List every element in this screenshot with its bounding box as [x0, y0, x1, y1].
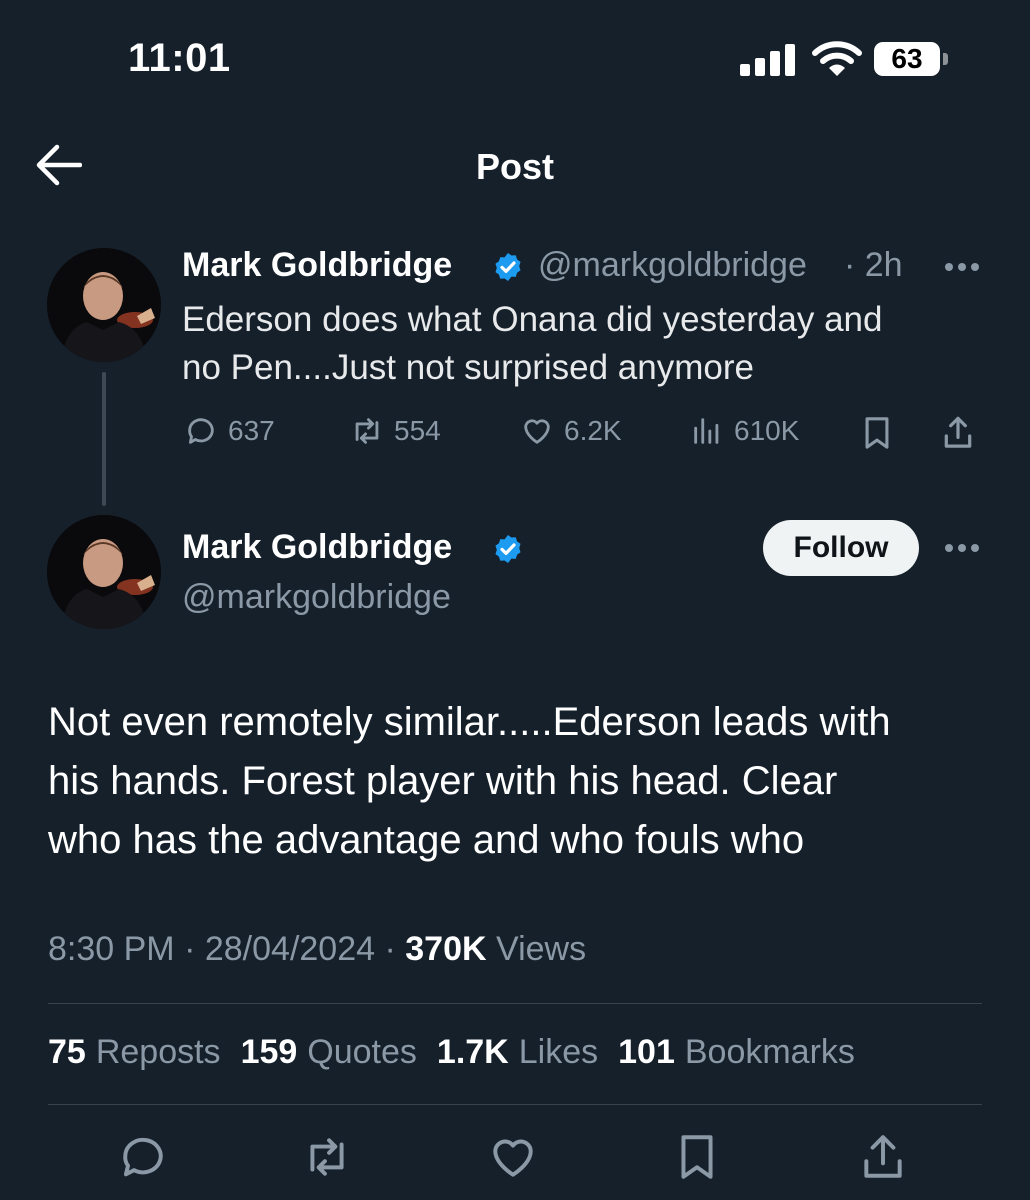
bookmarks-stat[interactable]: 101 Bookmarks	[618, 1033, 855, 1072]
battery-icon: 63	[874, 42, 952, 78]
post-date[interactable]: 28/04/2024	[205, 930, 375, 968]
quoted-post-line-1: Ederson does what Onana did yesterday an…	[182, 300, 883, 339]
like-icon[interactable]	[488, 1132, 538, 1182]
post-time-ago: · 2h	[844, 246, 903, 284]
reply-icon[interactable]	[118, 1132, 168, 1182]
repost-icon	[355, 418, 379, 444]
share-icon[interactable]	[940, 414, 976, 452]
status-time: 11:01	[128, 36, 231, 80]
reposts-stat[interactable]: 75 Reposts	[48, 1033, 221, 1072]
bookmark-icon[interactable]	[672, 1132, 722, 1182]
avatar[interactable]	[47, 515, 161, 629]
engagement-stats: 75 Reposts 159 Quotes 1.7K Likes 101 Bookmar…	[48, 1033, 855, 1072]
more-icon[interactable]	[944, 543, 980, 553]
like-count: 6.2K	[564, 415, 622, 446]
battery-level: 63	[874, 42, 940, 76]
author-handle[interactable]: @markgoldbridge	[182, 578, 451, 617]
reply-button[interactable]: 637	[184, 414, 275, 448]
author-name[interactable]: Mark Goldbridge	[182, 528, 452, 567]
reply-icon	[188, 418, 214, 444]
quoted-post-line-2: no Pen....Just not surprised anymore	[182, 348, 754, 387]
like-button[interactable]: 6.2K	[520, 414, 622, 448]
views-count: 610K	[734, 415, 800, 446]
verified-badge-icon	[495, 253, 521, 281]
repost-count: 554	[394, 415, 441, 446]
repost-icon[interactable]	[302, 1132, 352, 1182]
reply-count: 637	[228, 415, 275, 446]
wifi-icon	[812, 41, 862, 76]
thread-line	[102, 372, 106, 506]
page-title: Post	[475, 146, 554, 187]
post-text-line-3: who has the advantage and who fouls who	[48, 818, 805, 862]
quotes-stat[interactable]: 159 Quotes	[241, 1033, 417, 1072]
signal-icon	[740, 44, 795, 76]
views-icon	[694, 418, 719, 444]
divider	[48, 1003, 982, 1004]
repost-button[interactable]: 554	[350, 414, 441, 448]
avatar[interactable]	[47, 248, 161, 362]
divider	[48, 1104, 982, 1105]
post-text: Not even remotely similar.....Ederson le…	[48, 693, 998, 870]
verified-badge-icon	[495, 535, 521, 563]
author-handle[interactable]: @markgoldbridge	[538, 246, 807, 285]
post-time[interactable]: 8:30 PM	[48, 930, 175, 968]
more-icon[interactable]	[944, 262, 980, 272]
post-text-line-1: Not even remotely similar.....Ederson le…	[48, 700, 891, 744]
views-count: 370K	[405, 930, 487, 968]
share-icon[interactable]	[858, 1132, 908, 1182]
post-text-line-2: his hands. Forest player with his head. …	[48, 759, 838, 803]
author-name[interactable]: Mark Goldbridge	[182, 246, 452, 285]
views-label: Views	[496, 930, 587, 968]
like-icon	[524, 419, 550, 444]
likes-stat[interactable]: 1.7K Likes	[437, 1033, 598, 1072]
bookmark-icon[interactable]	[860, 414, 894, 452]
views-button[interactable]: 610K	[690, 414, 799, 448]
post-meta: 8:30 PM · 28/04/2024 · 370K Views	[48, 930, 587, 968]
follow-button[interactable]: Follow	[763, 520, 919, 576]
